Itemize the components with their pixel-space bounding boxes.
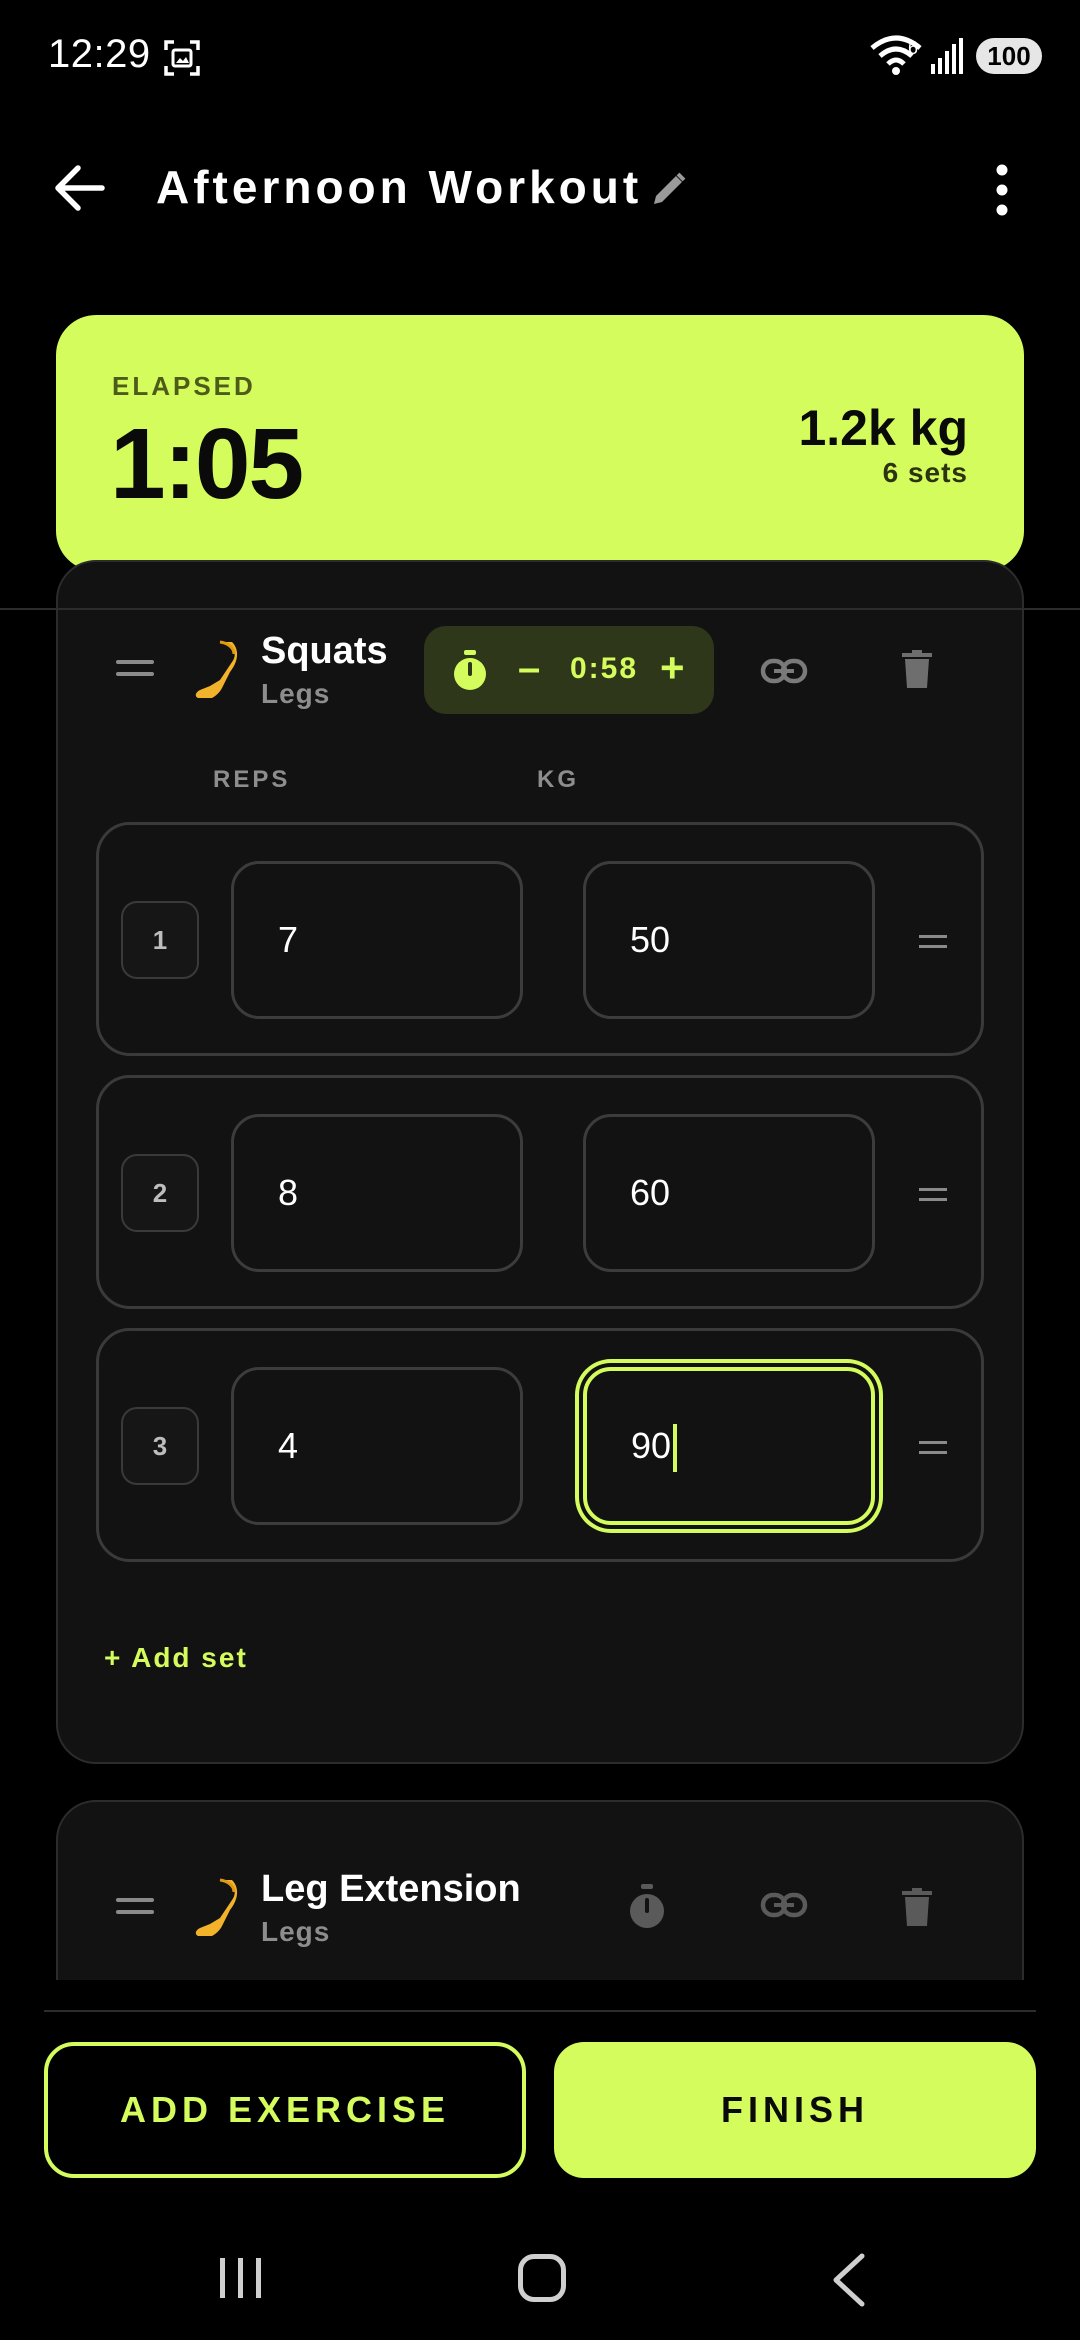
exercise-category: Legs bbox=[261, 678, 331, 709]
wifi-badge: 6 bbox=[908, 38, 919, 58]
system-nav-bar bbox=[0, 2206, 1080, 2340]
add-exercise-button[interactable]: ADD EXERCISE bbox=[44, 2042, 526, 2178]
kg-input[interactable]: 50 bbox=[583, 861, 875, 1019]
total-sets: 6 sets bbox=[882, 457, 968, 488]
set-row: 2 8 60 bbox=[96, 1075, 984, 1309]
row-drag-handle-icon[interactable] bbox=[919, 935, 947, 951]
reps-column-header: REPS bbox=[213, 766, 291, 793]
pencil-icon[interactable] bbox=[650, 170, 688, 208]
home-icon[interactable] bbox=[518, 2254, 566, 2302]
rest-timer-value: 0:58 bbox=[570, 652, 639, 685]
screenshot-icon bbox=[164, 40, 200, 76]
row-drag-handle-icon[interactable] bbox=[919, 1441, 947, 1457]
status-time: 12:29 bbox=[48, 32, 151, 76]
kg-input[interactable]: 60 bbox=[583, 1114, 875, 1272]
add-set-button[interactable]: + Add set bbox=[104, 1642, 248, 1674]
link-icon[interactable] bbox=[760, 1890, 808, 1920]
signal-icon bbox=[931, 38, 963, 74]
reps-input[interactable]: 7 bbox=[231, 861, 523, 1019]
recents-icon[interactable] bbox=[218, 2256, 264, 2300]
link-icon[interactable] bbox=[760, 656, 808, 686]
leg-icon bbox=[195, 640, 238, 698]
timer-decrease-button[interactable]: – bbox=[518, 646, 540, 691]
set-row: 3 4 90 bbox=[96, 1328, 984, 1562]
total-volume: 1.2k kg bbox=[798, 400, 968, 456]
set-number[interactable]: 3 bbox=[121, 1407, 199, 1485]
drag-handle-icon[interactable] bbox=[116, 660, 154, 680]
exercise-name[interactable]: Squats bbox=[261, 630, 388, 673]
exercise-name[interactable]: Leg Extension bbox=[261, 1868, 521, 1911]
reps-input[interactable]: 8 bbox=[231, 1114, 523, 1272]
nav-back-icon[interactable] bbox=[828, 2252, 868, 2308]
stopwatch-icon[interactable] bbox=[626, 1884, 668, 1930]
trash-icon[interactable] bbox=[902, 650, 932, 688]
kg-input-focused[interactable]: 90 bbox=[583, 1367, 875, 1525]
set-number[interactable]: 2 bbox=[121, 1154, 199, 1232]
workout-summary-card: ELAPSED 1:05 1.2k kg 6 sets bbox=[56, 315, 1024, 571]
stopwatch-icon[interactable] bbox=[450, 650, 490, 692]
list-divider bbox=[0, 608, 1080, 610]
text-caret bbox=[673, 1424, 678, 1473]
finish-button[interactable]: FINISH bbox=[554, 2042, 1036, 2178]
back-arrow-icon[interactable] bbox=[52, 160, 108, 216]
set-number[interactable]: 1 bbox=[121, 901, 199, 979]
row-drag-handle-icon[interactable] bbox=[919, 1188, 947, 1204]
exercise-category: Legs bbox=[261, 1916, 331, 1947]
kg-input-value: 90 bbox=[631, 1425, 672, 1466]
more-vert-icon[interactable] bbox=[976, 160, 1028, 220]
leg-icon bbox=[195, 1878, 238, 1936]
battery-icon: 100 bbox=[976, 38, 1042, 74]
set-row: 1 7 50 bbox=[96, 822, 984, 1056]
status-bar: 12:29 6 100 bbox=[0, 0, 1080, 110]
trash-icon[interactable] bbox=[902, 1888, 932, 1926]
rest-timer: – 0:58 + bbox=[424, 626, 714, 714]
reps-input[interactable]: 4 bbox=[231, 1367, 523, 1525]
drag-handle-icon[interactable] bbox=[116, 1898, 154, 1918]
elapsed-time: 1:05 bbox=[110, 408, 304, 520]
bottom-divider bbox=[44, 2010, 1036, 2012]
kg-column-header: KG bbox=[537, 766, 579, 793]
timer-increase-button[interactable]: + bbox=[660, 644, 685, 692]
elapsed-label: ELAPSED bbox=[112, 371, 256, 401]
workout-title: Afternoon Workout bbox=[156, 161, 643, 213]
